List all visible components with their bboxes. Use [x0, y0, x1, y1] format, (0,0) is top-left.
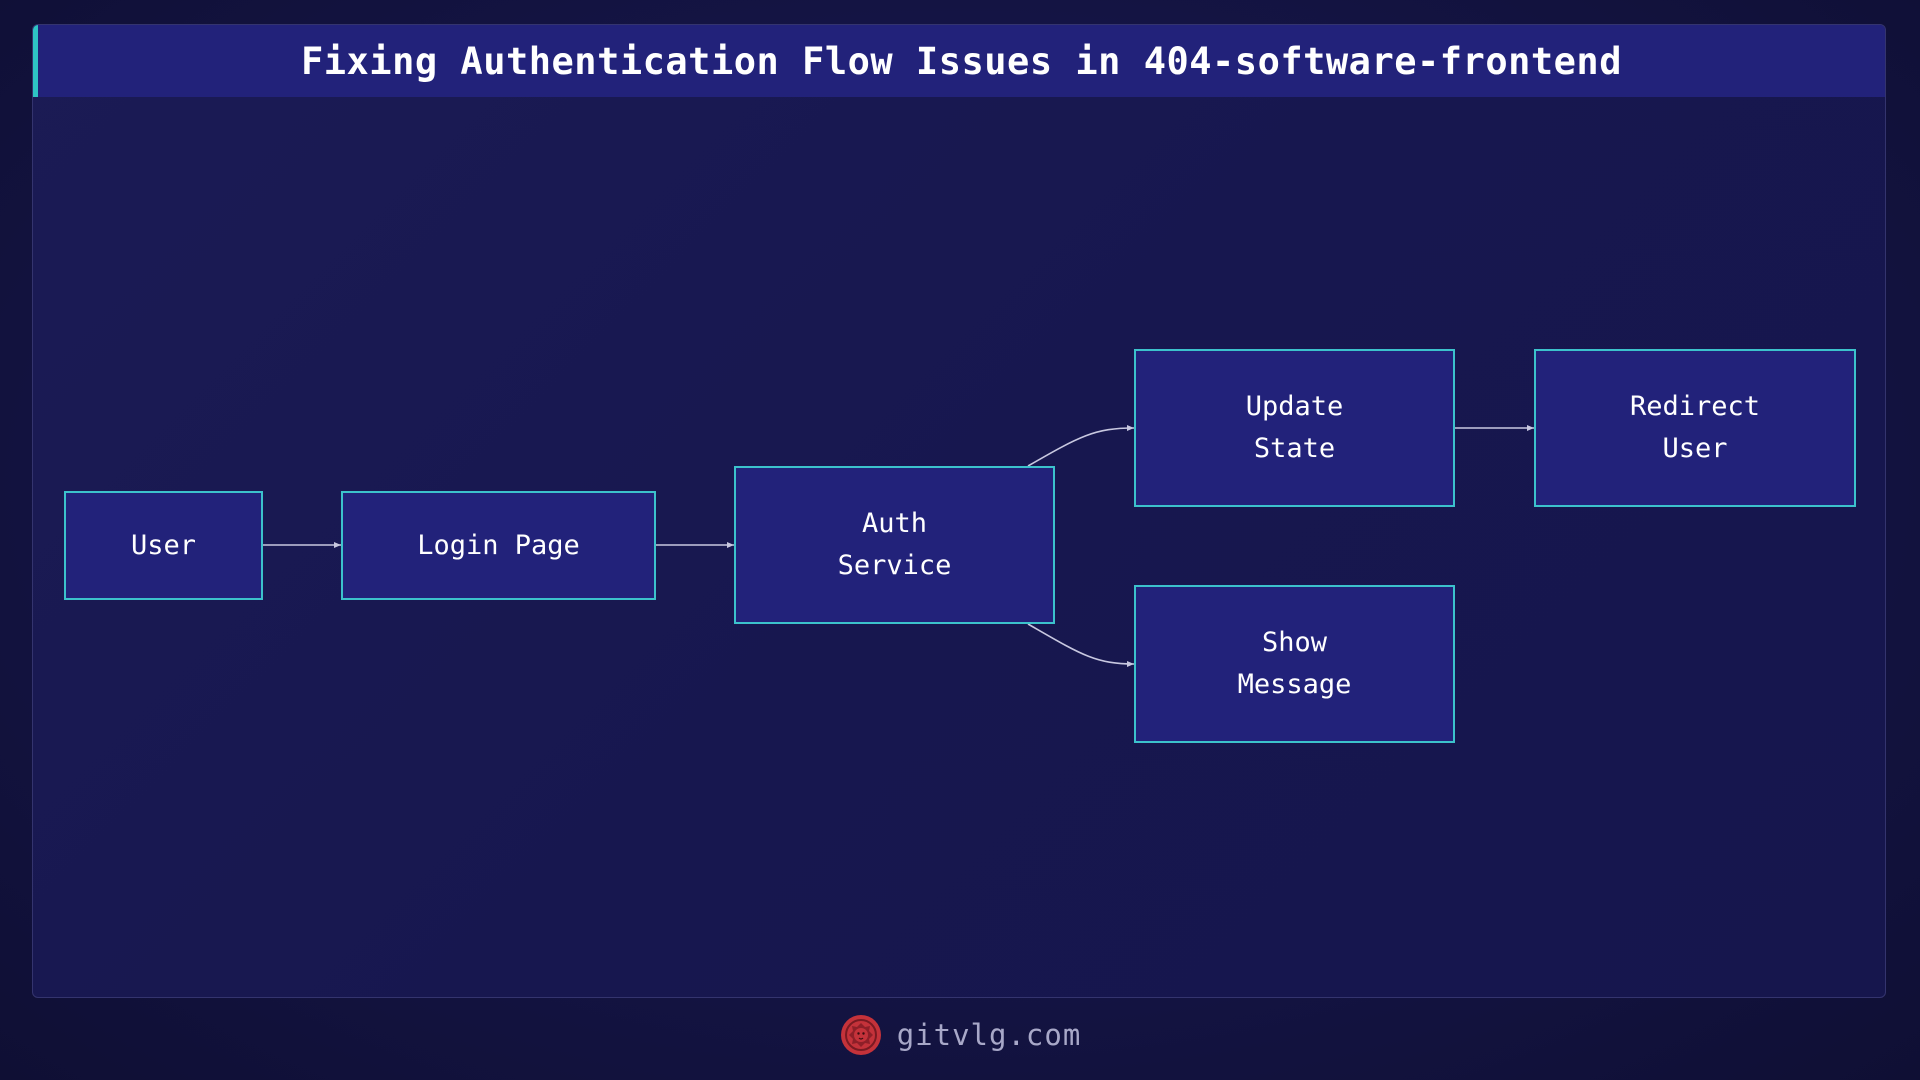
- node-redirect-user: Redirect User: [1534, 349, 1856, 507]
- footer-site-link[interactable]: gitvlg.com: [897, 1018, 1082, 1052]
- lion-head-icon: [840, 1015, 881, 1055]
- node-update-state: Update State: [1134, 349, 1455, 507]
- node-show-message: Show Message: [1134, 585, 1455, 743]
- node-user: User: [64, 491, 263, 600]
- node-show-message-label-1: Show: [1261, 627, 1328, 658]
- node-login-page: Login Page: [341, 491, 656, 600]
- diagram-title: Fixing Authentication Flow Issues in 404…: [300, 39, 1622, 83]
- node-login-page-label: Login Page: [417, 529, 580, 561]
- node-update-state-label-1: Update: [1245, 391, 1344, 422]
- node-redirect-user-label-2: User: [1662, 433, 1728, 464]
- footer: gitvlg.com: [0, 1010, 1920, 1060]
- node-redirect-user-label-1: Redirect: [1629, 391, 1761, 422]
- node-user-label: User: [130, 529, 197, 561]
- node-show-message-label-2: Message: [1237, 669, 1352, 700]
- title-bar: Fixing Authentication Flow Issues in 404…: [33, 25, 1885, 97]
- node-auth-service-label-2: Service: [837, 550, 952, 581]
- node-update-state-label-2: State: [1253, 433, 1336, 464]
- node-auth-service-label-1: Auth: [861, 508, 928, 539]
- node-auth-service: Auth Service: [734, 466, 1055, 624]
